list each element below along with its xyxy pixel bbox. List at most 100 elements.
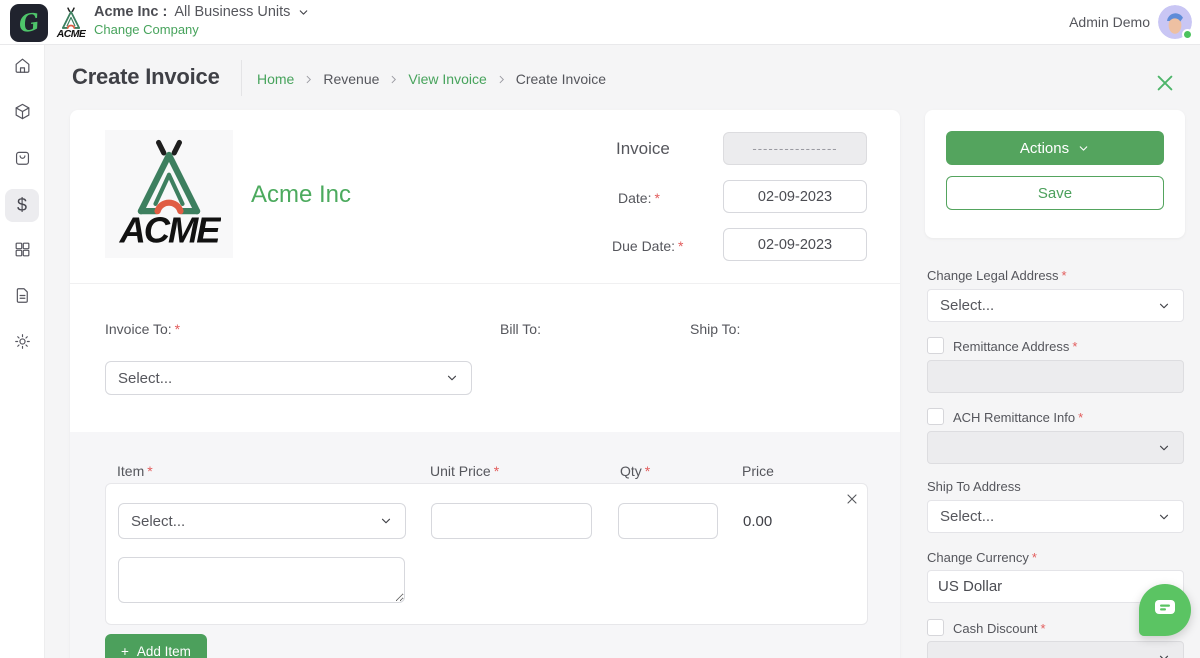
app-root: ACME G Acme Inc : All Business Units Cha… — [0, 0, 1200, 658]
remittance-address-checkbox[interactable] — [927, 337, 944, 354]
invoice-form-card: Acme Inc Invoice Date:* Due Date:* Invoi… — [70, 110, 900, 658]
unit-price-field[interactable] — [431, 503, 592, 539]
invoice-number-field — [723, 132, 867, 165]
items-section: Item* Unit Price* Qty* Price Select... 0… — [70, 432, 900, 658]
company-logo-large — [105, 130, 233, 258]
price-column-header: Price — [742, 463, 774, 479]
sidebar-item-settings[interactable] — [5, 327, 39, 360]
breadcrumb: Home Revenue View Invoice Create Invoice — [257, 71, 606, 87]
required-asterisk: * — [147, 463, 152, 479]
ach-remittance-checkbox[interactable] — [927, 408, 944, 425]
sidebar-item-revenue[interactable]: $ — [5, 189, 39, 222]
app-logo[interactable]: G — [10, 4, 48, 42]
chevron-down-icon — [1157, 299, 1171, 313]
dollar-icon: $ — [17, 195, 27, 216]
actions-button-label: Actions — [1020, 140, 1069, 157]
required-asterisk: * — [175, 321, 180, 337]
business-unit-switcher[interactable]: Acme Inc : All Business Units — [94, 4, 310, 20]
topbar: G Acme Inc : All Business Units Change C… — [0, 0, 1200, 45]
cash-discount-select — [927, 641, 1184, 658]
required-asterisk: * — [1072, 339, 1077, 354]
date-field[interactable] — [723, 180, 867, 213]
online-status-dot — [1182, 29, 1193, 40]
grid-icon — [13, 240, 32, 264]
shopping-bag-icon — [13, 148, 32, 172]
date-label: Date:* — [618, 190, 660, 206]
package-icon — [13, 102, 32, 126]
page-title: Create Invoice — [72, 64, 220, 90]
invoice-to-select[interactable]: Select... — [105, 361, 472, 395]
row-price-value: 0.00 — [743, 513, 772, 530]
cash-discount-checkbox[interactable] — [927, 619, 944, 636]
section-divider — [70, 283, 900, 284]
required-asterisk: * — [645, 463, 650, 479]
item-description-field[interactable] — [118, 557, 405, 603]
breadcrumb-create-invoice: Create Invoice — [516, 71, 606, 87]
item-select-value: Select... — [131, 513, 185, 530]
required-asterisk: * — [1041, 621, 1046, 636]
close-page-button[interactable] — [1154, 72, 1180, 98]
ach-remittance-label: ACH Remittance Info* — [953, 410, 1083, 425]
remittance-address-field — [927, 360, 1184, 393]
legal-address-label: Change Legal Address* — [927, 268, 1067, 283]
invoice-to-select-value: Select... — [118, 370, 172, 387]
add-item-button[interactable]: + Add Item — [105, 634, 207, 658]
sidebar-item-reports[interactable] — [5, 281, 39, 314]
chevron-right-icon — [388, 74, 399, 85]
actions-card: Actions Save — [925, 110, 1185, 238]
chevron-down-icon — [1077, 142, 1090, 155]
home-icon — [13, 56, 32, 80]
qty-field[interactable] — [618, 503, 718, 539]
avatar[interactable] — [1158, 5, 1192, 39]
sidebar-item-home[interactable] — [5, 51, 39, 84]
ship-to-address-label: Ship To Address — [927, 479, 1021, 494]
invoice-number-label: Invoice — [616, 139, 670, 159]
unit-price-column-header: Unit Price* — [430, 463, 499, 479]
ship-to-label: Ship To: — [690, 321, 740, 337]
chevron-down-icon — [445, 371, 459, 385]
breadcrumb-revenue: Revenue — [323, 71, 379, 87]
remove-item-button[interactable] — [844, 491, 864, 511]
breadcrumb-home[interactable]: Home — [257, 71, 294, 87]
change-company-link[interactable]: Change Company — [94, 22, 199, 37]
invoice-to-label: Invoice To:* — [105, 321, 180, 337]
remittance-address-label: Remittance Address* — [953, 339, 1077, 354]
chevron-down-icon — [297, 6, 310, 19]
actions-button[interactable]: Actions — [946, 131, 1164, 165]
breadcrumb-view-invoice[interactable]: View Invoice — [408, 71, 486, 87]
item-row: Select... 0.00 — [105, 483, 868, 625]
title-divider — [241, 60, 242, 96]
sidebar-item-products[interactable] — [5, 97, 39, 130]
chat-icon — [1152, 596, 1178, 625]
due-date-label: Due Date:* — [612, 238, 684, 254]
business-unit-label: All Business Units — [174, 4, 290, 20]
legal-address-select-value: Select... — [940, 297, 994, 314]
ship-to-address-select[interactable]: Select... — [927, 500, 1184, 533]
item-column-header: Item* — [117, 463, 153, 479]
required-asterisk: * — [678, 238, 683, 254]
required-asterisk: * — [1078, 410, 1083, 425]
cash-discount-label: Cash Discount* — [953, 621, 1046, 636]
save-button[interactable]: Save — [946, 176, 1164, 210]
add-item-label: Add Item — [137, 644, 191, 658]
sidebar-item-apps[interactable] — [5, 235, 39, 268]
required-asterisk: * — [654, 190, 659, 206]
chevron-right-icon — [496, 74, 507, 85]
invoice-company-name: Acme Inc — [251, 181, 351, 209]
required-asterisk: * — [1032, 550, 1037, 565]
due-date-field[interactable] — [723, 228, 867, 261]
chat-widget-button[interactable] — [1139, 584, 1191, 636]
chevron-down-icon — [1157, 510, 1171, 524]
qty-column-header: Qty* — [620, 463, 650, 479]
app-logo-glyph: G — [17, 10, 41, 37]
required-asterisk: * — [1062, 268, 1067, 283]
bill-to-label: Bill To: — [500, 321, 541, 337]
ship-to-address-select-value: Select... — [940, 508, 994, 525]
ach-remittance-select — [927, 431, 1184, 464]
sidebar-item-purchases[interactable] — [5, 143, 39, 176]
chevron-down-icon — [1157, 441, 1171, 455]
required-asterisk: * — [494, 463, 499, 479]
legal-address-select[interactable]: Select... — [927, 289, 1184, 322]
item-select[interactable]: Select... — [118, 503, 406, 539]
company-logo-small — [54, 4, 88, 42]
